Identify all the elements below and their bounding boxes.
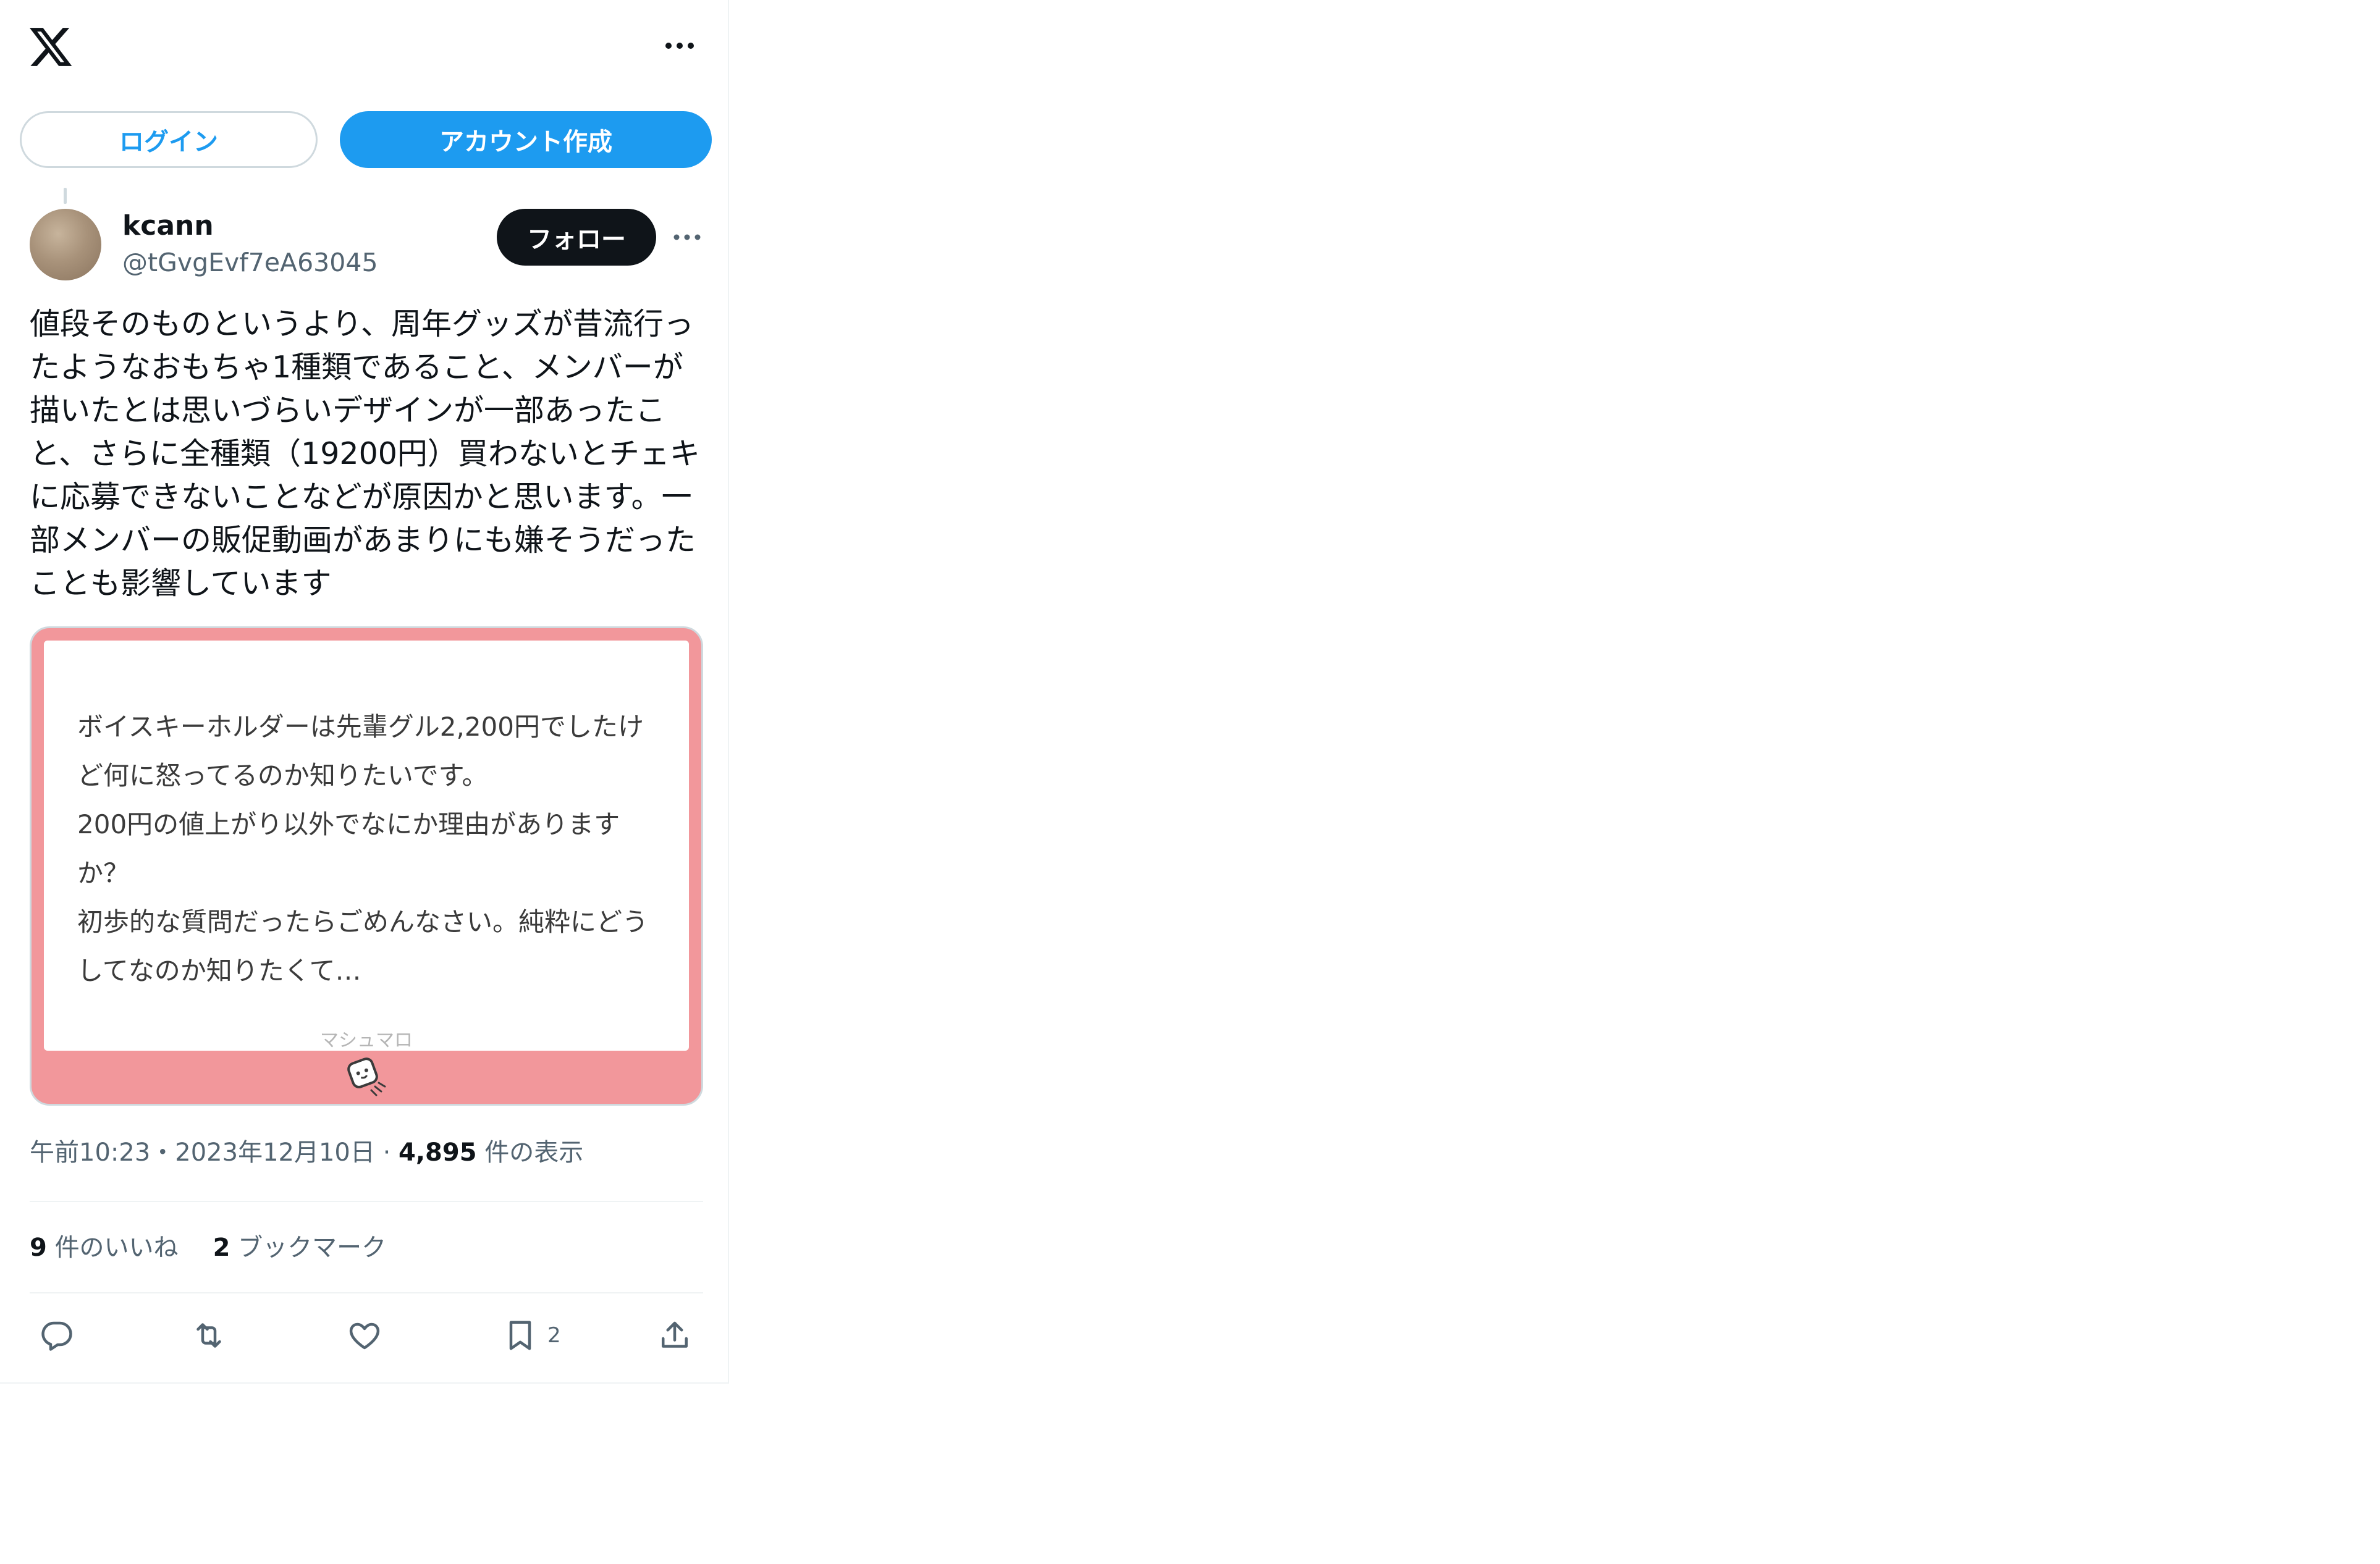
- create-account-button[interactable]: アカウント作成: [340, 111, 712, 168]
- tweet-time[interactable]: 午前10:23: [30, 1138, 150, 1167]
- reply-icon: [41, 1321, 72, 1351]
- meta-dot: ·: [382, 1138, 391, 1167]
- bookmark-button[interactable]: 2: [502, 1312, 561, 1359]
- views-label: 件の表示: [484, 1138, 584, 1167]
- author-handle[interactable]: @tGvgEvf7eA63045: [122, 246, 378, 279]
- likes-count: 9: [30, 1234, 47, 1262]
- more-horizontal-icon[interactable]: [670, 222, 704, 252]
- like-button[interactable]: [346, 1312, 383, 1359]
- marshmallow-card[interactable]: ボイスキーホルダーは先輩グル2,200円でしたけど何に怒ってるのか知りたいです。…: [30, 626, 703, 1106]
- share-icon: [662, 1321, 688, 1348]
- tweet-page: ログイン アカウント作成 kcann @tGvgEvf7eA63045 フォロー…: [0, 0, 729, 1384]
- more-horizontal-icon[interactable]: [661, 30, 698, 62]
- bookmarks-stat[interactable]: 2 ブックマーク: [213, 1234, 387, 1262]
- share-button[interactable]: [656, 1312, 693, 1359]
- card-brand-label: マシュマロ: [320, 1030, 413, 1051]
- tweet-meta: 午前10:23・2023年12月10日 · 4,895 件の表示: [30, 1135, 583, 1170]
- likes-label: 件のいいね: [54, 1234, 179, 1262]
- bookmark-count: 2: [547, 1323, 561, 1348]
- retweet-icon: [196, 1323, 221, 1348]
- divider: [30, 1201, 703, 1202]
- login-button[interactable]: ログイン: [20, 111, 318, 168]
- follow-button[interactable]: フォロー: [497, 209, 656, 266]
- author-name[interactable]: kcann: [122, 209, 214, 243]
- bookmarks-label: ブックマーク: [238, 1234, 387, 1262]
- bookmarks-count: 2: [213, 1234, 230, 1262]
- top-bar: [0, 0, 729, 99]
- divider: [30, 1292, 703, 1293]
- avatar[interactable]: [30, 209, 101, 280]
- marshmallow-mascot-icon: [347, 1057, 386, 1096]
- card-question-text: ボイスキーホルダーは先輩グル2,200円でしたけど何に怒ってるのか知りたいです。…: [77, 712, 649, 986]
- heart-icon: [349, 1322, 380, 1350]
- reply-button[interactable]: [38, 1312, 75, 1359]
- auth-buttons: ログイン アカウント作成: [20, 111, 712, 170]
- tweet-text: 値段そのものというより、周年グッズが昔流行ったようなおもちゃ1種類であること、メ…: [30, 306, 700, 601]
- retweet-button[interactable]: [190, 1312, 227, 1359]
- tweet-date[interactable]: 2023年12月10日: [175, 1138, 375, 1167]
- meta-separator: ・: [150, 1138, 175, 1167]
- views-count: 4,895: [399, 1138, 477, 1167]
- likes-stat[interactable]: 9 件のいいね: [30, 1234, 179, 1262]
- engagement-stats: 9 件のいいね 2 ブックマーク: [30, 1230, 386, 1265]
- x-logo-icon[interactable]: [26, 23, 75, 70]
- bookmark-icon: [509, 1321, 531, 1350]
- thread-connector: [64, 188, 67, 204]
- card-message-box: ボイスキーホルダーは先輩グル2,200円でしたけど何に怒ってるのか知りたいです。…: [44, 641, 689, 1051]
